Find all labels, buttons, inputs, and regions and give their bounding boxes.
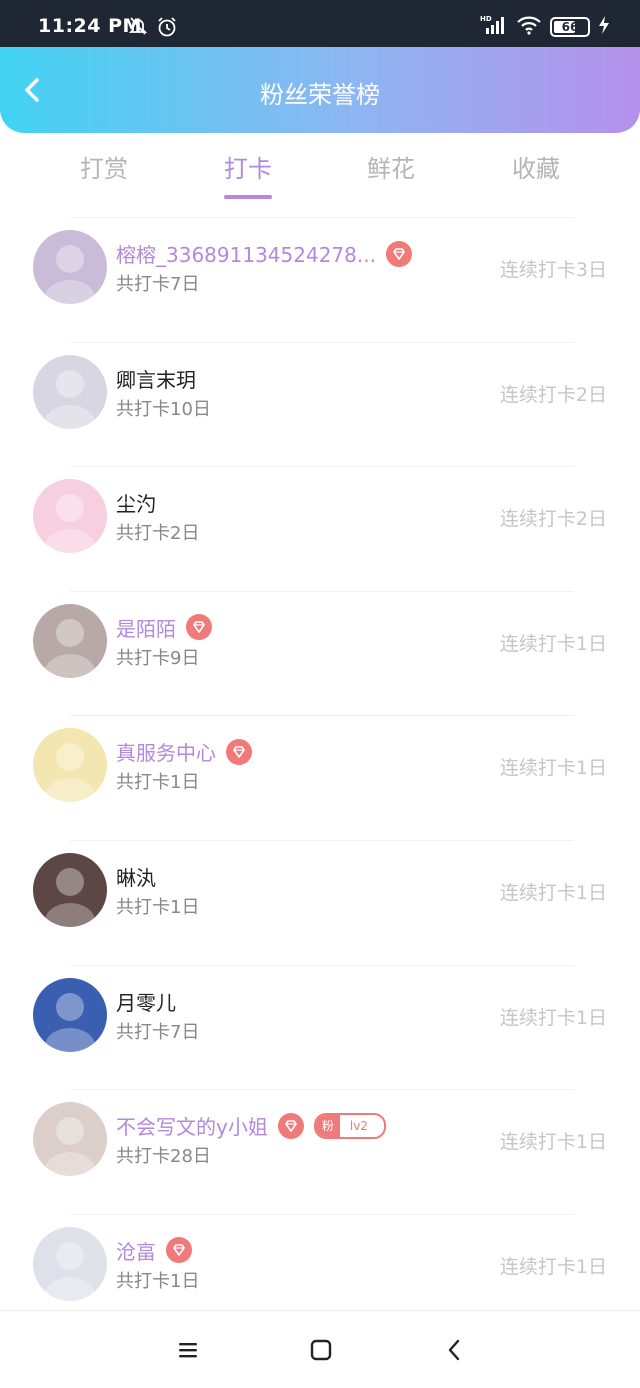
diamond-icon [186, 614, 212, 641]
fan-name-line: 尘汋 [116, 488, 156, 517]
home-button[interactable] [307, 1337, 335, 1363]
total-checkin-days: 共打卡2日 [116, 523, 200, 545]
menu-button[interactable] [174, 1337, 202, 1363]
streak-checkin-days: 连续打卡2日 [499, 508, 607, 531]
header: 粉丝荣誉榜 [0, 47, 640, 133]
row-divider [70, 1213, 574, 1215]
wifi-icon [516, 15, 542, 39]
fan-name: 真服务中心 [116, 741, 216, 766]
fan-list: 榕榕_336891134524278... 共打卡7日 连续打卡3日 卿言末玥 … [0, 217, 640, 1338]
total-checkin-days: 共打卡7日 [116, 274, 200, 295]
total-checkin-days: 共打卡7日 [116, 1021, 200, 1043]
home-square-icon [310, 1339, 332, 1361]
status-bar: 11:24 PM HD 66 [0, 0, 640, 48]
fan-row[interactable]: 晽汍 共打卡1日 连续打卡1日 [0, 839, 640, 965]
streak-checkin-days: 连续打卡1日 [499, 757, 607, 780]
fan-name-line: 沧畗 [116, 1236, 192, 1265]
fan-name-line: 卿言末玥 [116, 364, 196, 393]
row-divider [70, 217, 574, 218]
total-checkin-days: 共打卡10日 [116, 398, 211, 420]
row-divider [70, 964, 574, 966]
tab-active-indicator [224, 195, 272, 199]
back-triangle-icon [448, 1339, 460, 1361]
fan-name-line: 真服务中心 [116, 737, 252, 766]
fan-name: 沧畗 [116, 1239, 156, 1264]
avatar[interactable] [33, 728, 107, 803]
row-divider [70, 715, 574, 717]
fan-row[interactable]: 榕榕_336891134524278... 共打卡7日 连续打卡3日 [0, 217, 640, 342]
hd-signal-icon: HD [480, 14, 508, 40]
avatar[interactable] [33, 603, 107, 678]
avatar[interactable] [33, 479, 107, 554]
fan-name: 卿言末玥 [116, 367, 196, 392]
fan-name: 不会写文的y小姐 [116, 1115, 268, 1140]
avatar[interactable] [33, 1102, 107, 1177]
fan-row[interactable]: 月零儿 共打卡7日 连续打卡1日 [0, 964, 640, 1090]
fan-name-line: 晽汍 [116, 862, 156, 891]
fan-name-line: 榕榕_336891134524278... [116, 239, 412, 268]
diamond-icon [166, 1237, 192, 1264]
menu-icon [179, 1343, 197, 1358]
fan-level-badge: 粉 lv2 [313, 1112, 386, 1139]
row-divider [70, 1089, 574, 1091]
fan-badge-level: lv2 [349, 1118, 368, 1133]
total-checkin-days: 共打卡1日 [116, 896, 200, 918]
fan-badge-label: 粉 [315, 1114, 340, 1137]
avatar[interactable] [33, 230, 107, 304]
avatar[interactable] [33, 1226, 107, 1301]
fan-name: 尘汋 [116, 492, 156, 517]
streak-checkin-days: 连续打卡1日 [499, 1006, 607, 1029]
streak-checkin-days: 连续打卡1日 [499, 881, 607, 904]
tab-bar: 打赏 打卡 鲜花 收藏 [0, 133, 640, 208]
fan-name: 榕榕_336891134524278... [116, 243, 376, 267]
charging-icon [598, 15, 610, 39]
streak-checkin-days: 连续打卡1日 [499, 1255, 607, 1278]
fan-row[interactable]: 不会写文的y小姐 粉 lv2 共打卡28日 连续打卡1日 [0, 1089, 640, 1214]
diamond-icon [385, 240, 412, 267]
fan-name: 晽汍 [116, 865, 156, 890]
back-nav-button[interactable] [441, 1337, 469, 1363]
total-checkin-days: 共打卡1日 [116, 1270, 200, 1292]
fan-name-line: 是陌陌 [116, 613, 212, 642]
svg-text:HD: HD [480, 15, 492, 23]
bell-muted-icon [128, 16, 148, 42]
fan-row[interactable]: 真服务中心 共打卡1日 连续打卡1日 [0, 715, 640, 840]
page-title: 粉丝荣誉榜 [260, 81, 380, 109]
avatar[interactable] [33, 977, 107, 1052]
system-nav-bar [0, 1310, 640, 1388]
fan-name: 是陌陌 [116, 616, 176, 641]
tab-favorites[interactable]: 收藏 [476, 149, 596, 184]
row-divider [70, 839, 574, 841]
streak-checkin-days: 连续打卡2日 [499, 383, 607, 406]
total-checkin-days: 共打卡28日 [116, 1146, 211, 1168]
fan-name-line: 月零儿 [116, 987, 176, 1016]
tab-flowers[interactable]: 鲜花 [331, 149, 451, 184]
total-checkin-days: 共打卡1日 [116, 772, 200, 794]
row-divider [70, 341, 574, 343]
fan-name: 月零儿 [116, 990, 176, 1015]
fan-row[interactable]: 卿言末玥 共打卡10日 连续打卡2日 [0, 341, 640, 467]
row-divider [70, 466, 574, 468]
status-time: 11:24 PM [38, 15, 142, 37]
streak-checkin-days: 连续打卡3日 [499, 259, 607, 281]
fan-name-line: 不会写文的y小姐 粉 lv2 [116, 1111, 386, 1140]
row-divider [70, 590, 574, 592]
streak-checkin-days: 连续打卡1日 [499, 1131, 607, 1154]
avatar[interactable] [33, 354, 107, 429]
fan-row[interactable]: 尘汋 共打卡2日 连续打卡2日 [0, 466, 640, 591]
total-checkin-days: 共打卡9日 [116, 647, 200, 669]
diamond-icon [277, 1112, 304, 1139]
tab-checkin[interactable]: 打卡 [188, 149, 308, 184]
battery-icon: 66 [550, 17, 590, 37]
diamond-icon [226, 738, 252, 765]
streak-checkin-days: 连续打卡1日 [499, 632, 607, 655]
battery-level: 66 [561, 20, 579, 34]
fan-row[interactable]: 是陌陌 共打卡9日 连续打卡1日 [0, 590, 640, 716]
tab-reward[interactable]: 打赏 [44, 149, 164, 184]
avatar[interactable] [33, 852, 107, 927]
alarm-icon [156, 16, 178, 42]
